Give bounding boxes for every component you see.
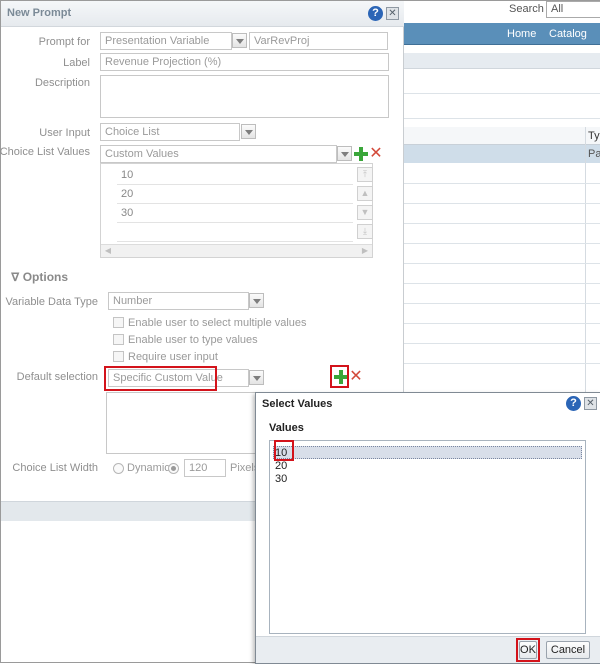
move-up-icon[interactable]: ▲ xyxy=(357,186,373,201)
custom-value-row-empty[interactable] xyxy=(117,223,353,242)
move-to-top-icon[interactable]: ⤒ xyxy=(357,167,373,182)
select-values-dialog: Select Values ? ✕ Values 10 20 30 OK Can… xyxy=(255,392,600,664)
value-option[interactable]: 20 xyxy=(275,460,287,472)
user-input-select[interactable]: Choice List xyxy=(100,123,240,141)
label-field[interactable]: Revenue Projection (%) xyxy=(100,53,389,71)
checkbox-label: Require user input xyxy=(128,351,218,363)
custom-value-row[interactable]: 30 xyxy=(117,204,353,223)
scroll-left-icon[interactable]: ◀ xyxy=(103,246,113,256)
nav-link-catalog[interactable]: Catalog xyxy=(549,28,587,40)
background-row-line xyxy=(401,243,600,244)
background-column-header: Ty xyxy=(588,130,600,142)
chevron-down-icon[interactable] xyxy=(249,293,264,308)
choice-list-width-label: Choice List Width xyxy=(12,462,98,474)
enable-type-values-checkbox-row[interactable]: Enable user to type values xyxy=(113,334,258,348)
custom-value-row[interactable]: 10 xyxy=(117,166,353,185)
checkbox-label: Enable user to type values xyxy=(128,334,258,346)
pixels-radio[interactable] xyxy=(168,463,179,474)
help-icon[interactable]: ? xyxy=(566,396,581,411)
screenshot-frame: Search All Home Catalog Ty Pa New Prompt… xyxy=(0,0,600,664)
variable-name-field[interactable]: VarRevProj xyxy=(249,32,388,50)
background-row-line xyxy=(401,323,600,324)
checkbox[interactable] xyxy=(113,351,124,362)
options-section-header[interactable]: ∇ Options xyxy=(11,270,68,284)
checkbox-label: Enable user to select multiple values xyxy=(128,317,307,329)
highlight-default-selection xyxy=(104,366,217,391)
background-row-line xyxy=(401,363,600,364)
move-down-icon[interactable]: ▼ xyxy=(357,205,373,220)
background-column-divider xyxy=(585,127,586,417)
chevron-down-icon[interactable] xyxy=(232,33,247,48)
background-row-line xyxy=(401,303,600,304)
search-label: Search xyxy=(509,3,544,15)
variable-data-type-select[interactable]: Number xyxy=(108,292,249,310)
background-topbar: Search All xyxy=(401,1,600,19)
background-row-line xyxy=(401,223,600,224)
highlight-add-button xyxy=(330,365,349,388)
background-column-cell: Pa xyxy=(588,148,600,160)
chevron-down-icon[interactable] xyxy=(337,146,352,161)
chevron-down-icon[interactable] xyxy=(241,124,256,139)
select-values-footer: OK Cancel xyxy=(256,636,600,663)
dialog-title: New Prompt xyxy=(7,7,72,19)
close-icon[interactable]: ✕ xyxy=(584,397,597,410)
collapse-triangle-icon[interactable]: ∇ xyxy=(11,270,19,284)
width-pixels-field[interactable]: 120 xyxy=(184,459,226,477)
background-row-line xyxy=(401,263,600,264)
selected-row-highlight xyxy=(273,446,582,459)
search-scope-field[interactable]: All xyxy=(546,1,600,18)
background-row-line xyxy=(401,283,600,284)
horizontal-scrollbar[interactable]: ◀ ▶ xyxy=(101,244,372,257)
description-textarea[interactable] xyxy=(100,75,389,118)
select-values-title: Select Values xyxy=(262,398,333,410)
dynamic-radio[interactable] xyxy=(113,463,124,474)
dialog-titlebar: New Prompt ? ✕ xyxy=(1,1,404,27)
select-values-titlebar: Select Values ? ✕ xyxy=(256,393,600,415)
scroll-right-icon[interactable]: ▶ xyxy=(360,246,370,256)
plus-icon[interactable] xyxy=(354,147,368,161)
custom-value-row[interactable]: 20 xyxy=(117,185,353,204)
checkbox[interactable] xyxy=(113,334,124,345)
highlight-ok-button xyxy=(516,638,540,662)
background-table-header xyxy=(401,127,600,145)
dynamic-radio-label: Dynamic xyxy=(127,462,170,474)
user-input-label: User Input xyxy=(39,127,90,139)
variable-data-type-label: Variable Data Type xyxy=(5,296,98,308)
move-to-bottom-icon[interactable]: ⤓ xyxy=(357,224,373,239)
help-icon[interactable]: ? xyxy=(368,6,383,21)
choice-list-values-label: Choice List Values xyxy=(0,146,90,158)
nav-link-home[interactable]: Home xyxy=(507,28,536,40)
custom-values-list: 10 20 30 ⤒ ▲ ▼ ⤓ ◀ ▶ xyxy=(100,163,373,258)
options-heading: Options xyxy=(22,270,69,284)
delete-icon[interactable]: ✕ xyxy=(349,369,363,385)
close-icon[interactable]: ✕ xyxy=(386,7,399,20)
chevron-down-icon[interactable] xyxy=(249,370,264,385)
background-divider xyxy=(401,93,600,94)
description-label: Description xyxy=(34,77,90,89)
background-row-line xyxy=(401,343,600,344)
choice-list-values-select[interactable]: Custom Values xyxy=(100,145,337,163)
background-divider xyxy=(401,118,600,119)
require-user-input-checkbox-row[interactable]: Require user input xyxy=(113,351,218,365)
background-row-line xyxy=(401,183,600,184)
background-table-selected-row xyxy=(401,145,600,163)
background-toolbar-strip xyxy=(401,53,600,69)
prompt-for-label: Prompt for xyxy=(38,36,90,48)
value-option[interactable]: 30 xyxy=(275,473,287,485)
background-row-line xyxy=(401,203,600,204)
prompt-for-select[interactable]: Presentation Variable xyxy=(100,32,232,50)
global-header-nav: Home Catalog xyxy=(401,23,600,45)
enable-multiple-values-checkbox-row[interactable]: Enable user to select multiple values xyxy=(113,317,307,331)
delete-icon[interactable]: ✕ xyxy=(369,146,383,162)
checkbox[interactable] xyxy=(113,317,124,328)
values-label: Values xyxy=(269,422,304,434)
highlight-selected-value xyxy=(274,440,294,461)
label-field-label: Label xyxy=(63,57,90,69)
default-selection-label: Default selection xyxy=(16,371,98,383)
values-listbox[interactable]: 10 20 30 xyxy=(269,440,586,634)
cancel-button[interactable]: Cancel xyxy=(546,641,590,659)
